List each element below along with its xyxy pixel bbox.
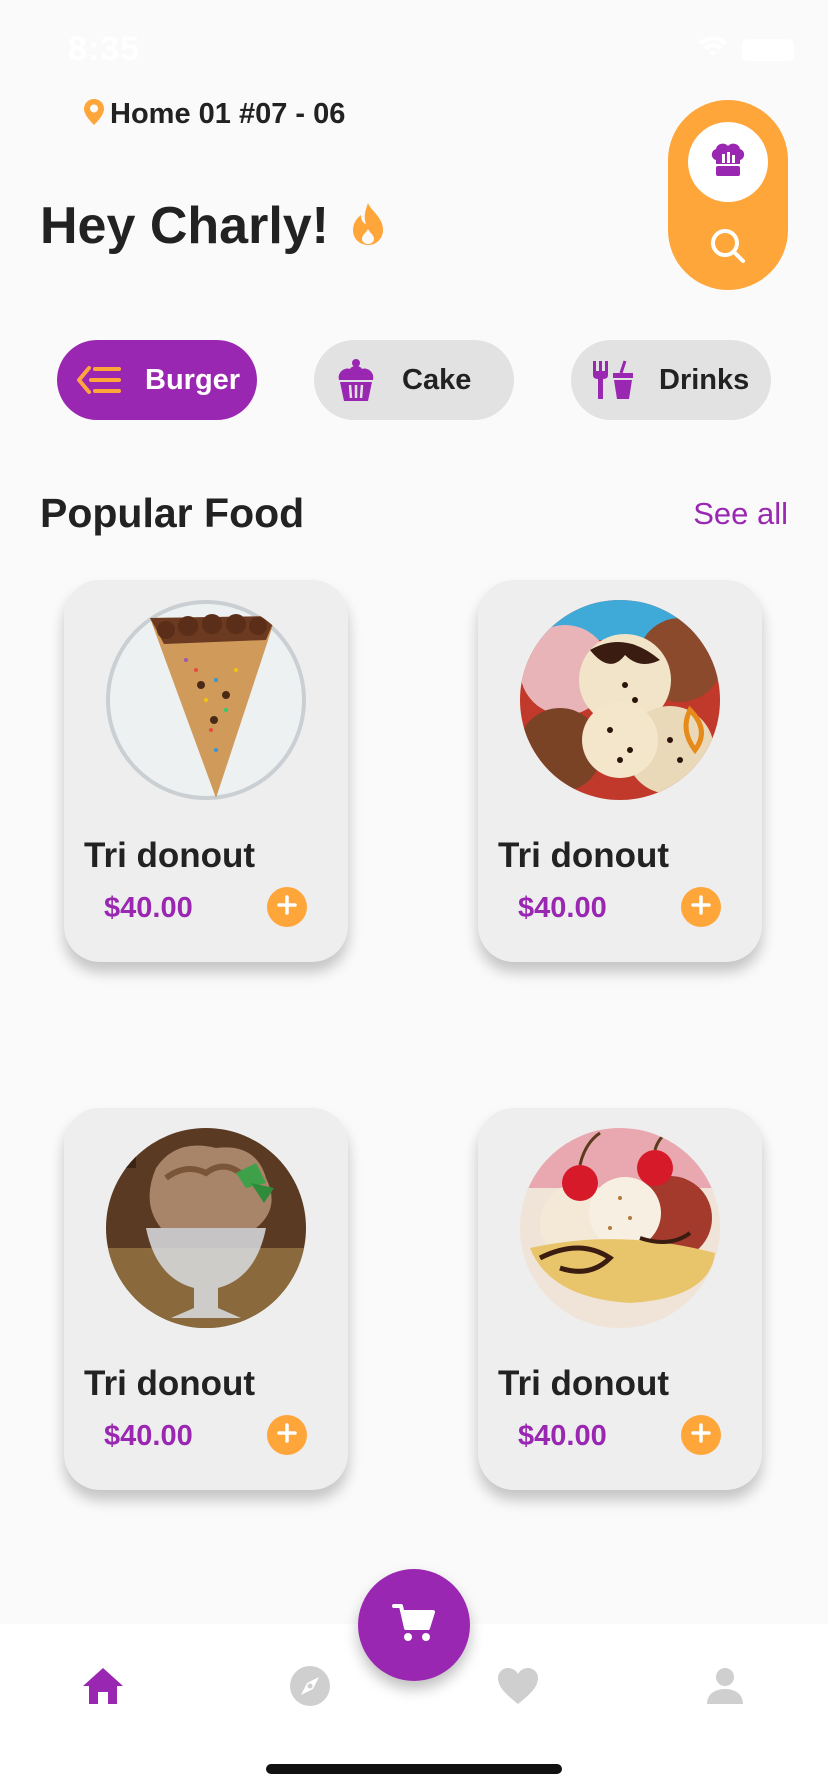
- cupcake-icon: [330, 354, 382, 406]
- nav-explore[interactable]: [282, 1660, 338, 1716]
- see-all-link[interactable]: See all: [693, 496, 788, 532]
- nav-favorites[interactable]: [490, 1660, 546, 1716]
- greeting: Hey Charly!: [40, 196, 387, 256]
- category-burger[interactable]: Burger: [57, 340, 257, 420]
- fire-icon: [349, 201, 387, 252]
- plus-icon: [276, 1422, 298, 1449]
- profile-icon: [705, 1666, 745, 1711]
- food-name: Tri donout: [498, 836, 670, 875]
- cookie-pizza-image: [106, 600, 306, 800]
- food-card[interactable]: Tri donout $40.00: [478, 1108, 762, 1490]
- status-bar: 8:35: [0, 0, 828, 100]
- greeting-text: Hey Charly!: [40, 197, 329, 255]
- food-card[interactable]: Tri donout $40.00: [64, 580, 348, 962]
- action-pill: [668, 100, 788, 290]
- home-indicator: [266, 1764, 562, 1774]
- food-name: Tri donout: [84, 836, 256, 875]
- chef-button[interactable]: [688, 122, 768, 202]
- plus-icon: [276, 894, 298, 921]
- battery-icon: [742, 38, 794, 61]
- nav-profile[interactable]: [697, 1660, 753, 1716]
- category-list: Burger Cake Drinks: [0, 340, 828, 420]
- add-to-cart-button[interactable]: [681, 1415, 721, 1455]
- cart-button[interactable]: [358, 1569, 470, 1681]
- nav-home[interactable]: [75, 1660, 131, 1716]
- location-pin-icon: [84, 99, 104, 130]
- wifi-icon: [698, 36, 728, 63]
- search-button[interactable]: [698, 218, 758, 278]
- banana-split-image: [520, 1128, 720, 1328]
- chef-hat-icon: [708, 140, 748, 185]
- location-selector[interactable]: Home 01 #07 - 06: [84, 98, 345, 131]
- category-label: Burger: [145, 363, 241, 396]
- food-price: $40.00: [104, 1420, 193, 1452]
- food-name: Tri donout: [498, 1364, 670, 1403]
- burger-icon: [73, 354, 125, 406]
- ice-cream-scoops-image: [520, 600, 720, 800]
- category-drinks[interactable]: Drinks: [571, 340, 771, 420]
- food-price: $40.00: [104, 892, 193, 924]
- status-time: 8:35: [68, 30, 141, 68]
- location-text: Home 01 #07 - 06: [110, 98, 346, 130]
- cart-icon: [392, 1602, 436, 1649]
- category-cake[interactable]: Cake: [314, 340, 514, 420]
- add-to-cart-button[interactable]: [267, 1415, 307, 1455]
- compass-icon: [288, 1664, 332, 1713]
- food-name: Tri donout: [84, 1364, 256, 1403]
- plus-icon: [690, 894, 712, 921]
- add-to-cart-button[interactable]: [681, 887, 721, 927]
- food-card[interactable]: Tri donout $40.00: [478, 580, 762, 962]
- home-icon: [81, 1666, 125, 1711]
- heart-icon: [496, 1666, 540, 1711]
- search-icon: [709, 227, 747, 270]
- category-label: Drinks: [659, 363, 750, 396]
- add-to-cart-button[interactable]: [267, 887, 307, 927]
- food-card[interactable]: Tri donout $40.00: [64, 1108, 348, 1490]
- drinks-icon: [587, 354, 639, 406]
- category-label: Cake: [402, 363, 472, 396]
- food-price: $40.00: [518, 892, 607, 924]
- plus-icon: [690, 1422, 712, 1449]
- status-icons: [698, 36, 794, 63]
- food-price: $40.00: [518, 1420, 607, 1452]
- section-title: Popular Food: [40, 490, 305, 536]
- chocolate-sundae-image: [106, 1128, 306, 1328]
